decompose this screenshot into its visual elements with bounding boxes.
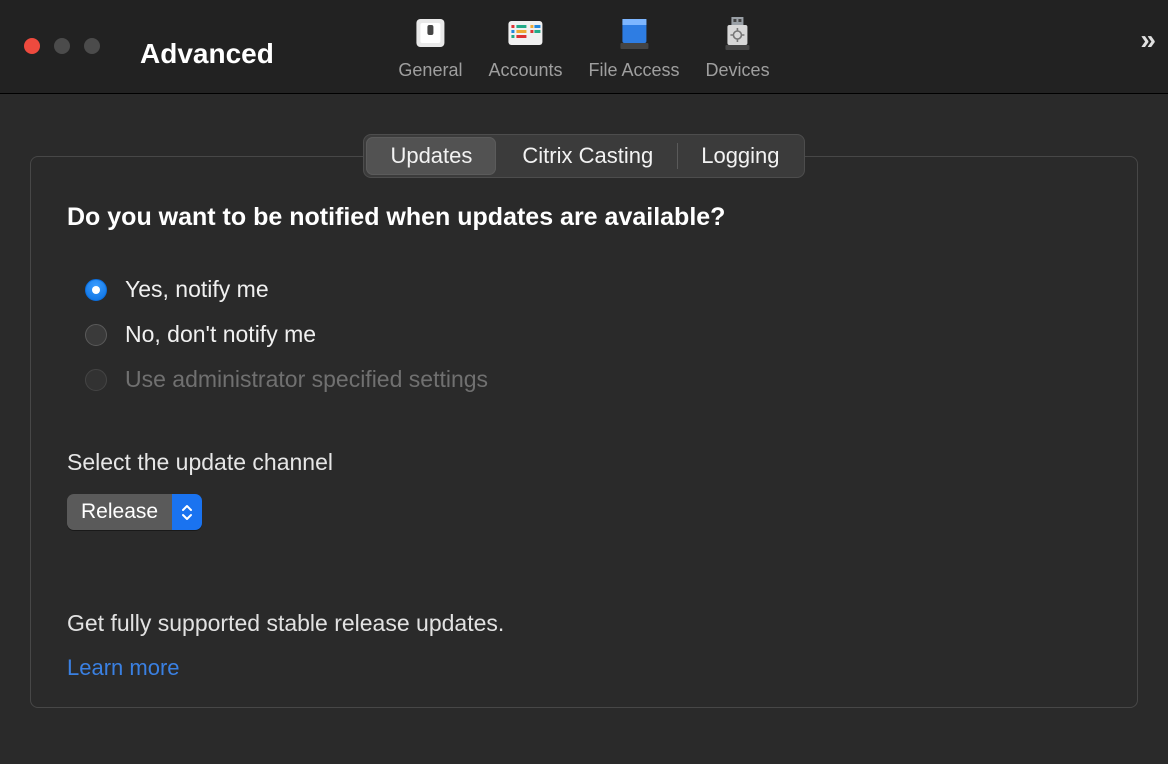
- toolbar-overflow[interactable]: »: [1140, 24, 1156, 56]
- toolbar-tabs: General Accounts: [392, 12, 775, 81]
- switch-icon: [409, 12, 451, 54]
- radio-label: Yes, notify me: [125, 276, 269, 303]
- radio-admin-settings: Use administrator specified settings: [85, 366, 1101, 393]
- radio-indicator: [85, 279, 107, 301]
- minimize-window-button[interactable]: [54, 38, 70, 54]
- tab-citrix-casting[interactable]: Citrix Casting: [498, 135, 677, 177]
- traffic-lights: [0, 38, 100, 54]
- drive-icon: [613, 12, 655, 54]
- close-window-button[interactable]: [24, 38, 40, 54]
- chevron-double-right-icon: »: [1140, 24, 1156, 55]
- zoom-window-button[interactable]: [84, 38, 100, 54]
- window-title: Advanced: [140, 38, 274, 70]
- notify-radio-group: Yes, notify me No, don't notify me Use a…: [67, 276, 1101, 393]
- popup-arrows-icon: [172, 494, 202, 530]
- toolbar-item-label: Accounts: [488, 60, 562, 81]
- tab-logging[interactable]: Logging: [677, 135, 803, 177]
- channel-label: Select the update channel: [67, 449, 1101, 476]
- radio-indicator: [85, 369, 107, 391]
- channel-selected-value: Release: [67, 494, 172, 530]
- radio-no-notify[interactable]: No, don't notify me: [85, 321, 1101, 348]
- segmented-control: Updates Citrix Casting Logging: [363, 134, 804, 178]
- notify-question: Do you want to be notified when updates …: [67, 203, 1101, 232]
- channel-popup[interactable]: Release: [67, 494, 202, 530]
- toolbar-item-general[interactable]: General: [392, 12, 468, 81]
- toolbar: Advanced General: [0, 0, 1168, 94]
- usb-drive-icon: [717, 12, 759, 54]
- channel-description: Get fully supported stable release updat…: [67, 610, 1101, 637]
- toolbar-item-label: General: [398, 60, 462, 81]
- radio-label: No, don't notify me: [125, 321, 316, 348]
- toolbar-item-label: Devices: [706, 60, 770, 81]
- toolbar-item-devices[interactable]: Devices: [700, 12, 776, 81]
- toolbar-item-accounts[interactable]: Accounts: [482, 12, 568, 81]
- toolbar-item-label: File Access: [589, 60, 680, 81]
- learn-more-link[interactable]: Learn more: [67, 655, 180, 681]
- radio-label: Use administrator specified settings: [125, 366, 488, 393]
- tab-updates[interactable]: Updates: [366, 137, 496, 175]
- radio-yes-notify[interactable]: Yes, notify me: [85, 276, 1101, 303]
- toolbar-item-file-access[interactable]: File Access: [583, 12, 686, 81]
- toolbar-left: Advanced: [0, 0, 274, 93]
- content: Updates Citrix Casting Logging Do you wa…: [0, 94, 1168, 708]
- accounts-icon: [504, 12, 546, 54]
- updates-group: Do you want to be notified when updates …: [30, 156, 1138, 708]
- tab-bar: Updates Citrix Casting Logging: [0, 134, 1168, 178]
- radio-indicator: [85, 324, 107, 346]
